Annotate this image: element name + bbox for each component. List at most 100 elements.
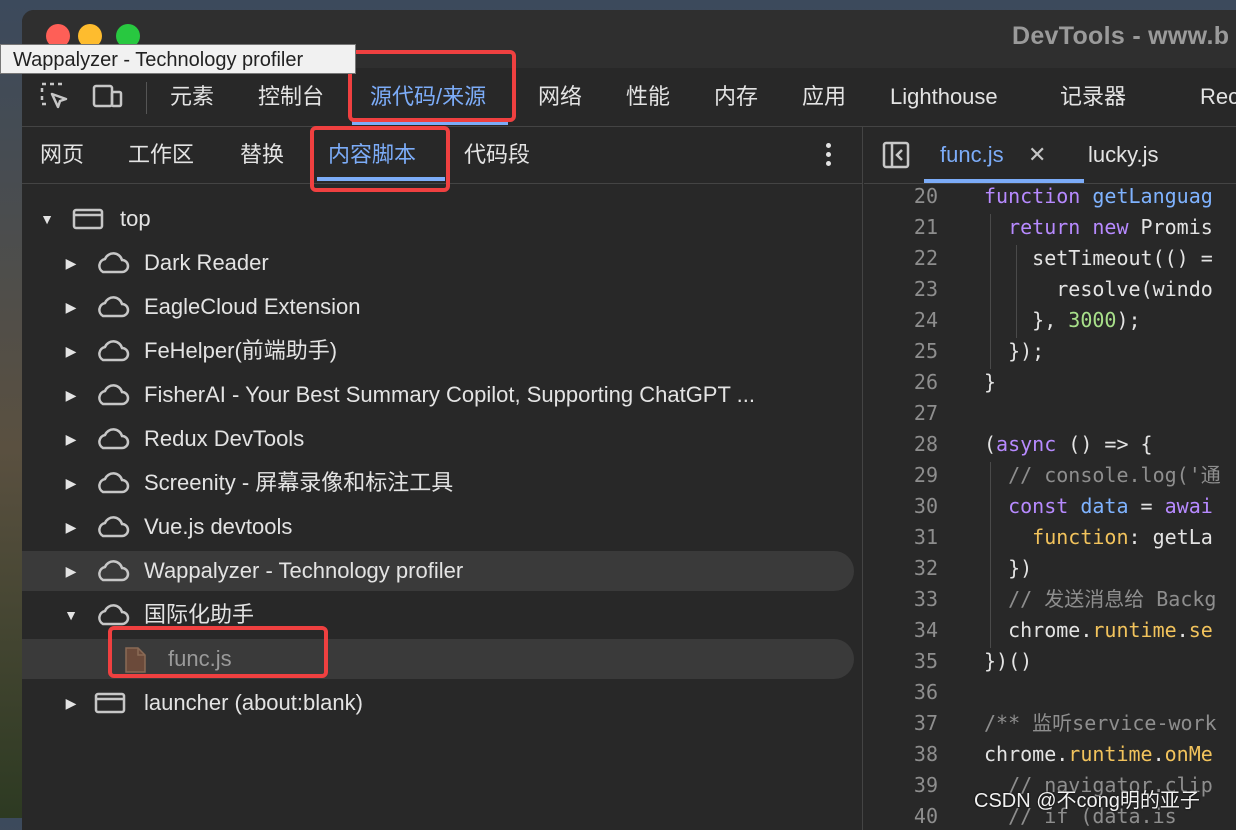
tree-item-extension[interactable]: ▶ Redux DevTools [22, 419, 854, 459]
line-number[interactable]: 21 [864, 212, 938, 243]
code-line[interactable]: 20 function getLanguag [864, 181, 1236, 212]
tab-performance[interactable]: 性能 [626, 68, 670, 126]
editor-tab-lucky-js[interactable]: lucky.js [1088, 127, 1159, 183]
tab-rec-truncated[interactable]: Rec [1200, 68, 1236, 126]
line-number[interactable]: 29 [864, 460, 938, 491]
tree-item-extension[interactable]: ▶ Vue.js devtools [22, 507, 854, 547]
code-line[interactable]: 26} [864, 367, 1236, 398]
code-line[interactable]: 31 function: getLa [864, 522, 1236, 553]
code-line[interactable]: 35})() [864, 646, 1236, 677]
code-text: }, 3000); [984, 305, 1140, 336]
line-number[interactable]: 32 [864, 553, 938, 584]
line-number[interactable]: 34 [864, 615, 938, 646]
code-token: ( [984, 432, 997, 456]
collapsed-arrow-icon[interactable]: ▶ [62, 551, 80, 591]
line-number[interactable]: 22 [864, 243, 938, 274]
tree-item-extension[interactable]: ▶ Dark Reader [22, 243, 854, 283]
code-line[interactable]: 36 [864, 677, 1236, 708]
line-number[interactable]: 31 [864, 522, 938, 553]
frame-icon [94, 692, 126, 714]
code-line[interactable]: 29 // console.log('通 [864, 460, 1236, 491]
editor-tab-func-js[interactable]: func.js [940, 127, 1004, 183]
device-toolbar-icon[interactable] [90, 80, 124, 114]
line-number[interactable]: 25 [864, 336, 938, 367]
code-line[interactable]: 25 }); [864, 336, 1236, 367]
collapsed-arrow-icon[interactable]: ▶ [62, 463, 80, 503]
code-token: return new [1008, 215, 1141, 239]
code-line[interactable]: 37 /** 监听service-work [864, 708, 1236, 739]
tree-item-extension-hovered[interactable]: ▶ Wappalyzer - Technology profiler [22, 551, 854, 591]
line-number[interactable]: 38 [864, 739, 938, 770]
line-number[interactable]: 37 [864, 708, 938, 739]
line-number[interactable]: 40 [864, 801, 938, 830]
code-line[interactable]: 28 (async () => { [864, 429, 1236, 460]
code-text: (async () => { [984, 429, 1153, 460]
code-token: }) [984, 556, 1033, 580]
expanded-arrow-icon[interactable]: ▼ [62, 595, 80, 635]
line-number[interactable]: 35 [864, 646, 938, 677]
tree-item-top[interactable]: ▼ top [22, 199, 854, 239]
expanded-arrow-icon[interactable]: ▼ [38, 199, 56, 239]
tab-recorder[interactable]: 记录器 [1060, 68, 1126, 126]
tree-item-frame[interactable]: ▶ launcher (about:blank) [22, 683, 854, 723]
code-text: }) [984, 553, 1032, 584]
tree-item-extension[interactable]: ▶ FeHelper(前端助手) [22, 331, 854, 371]
tab-page[interactable]: 网页 [40, 127, 84, 183]
line-number[interactable]: 39 [864, 770, 938, 801]
line-number[interactable]: 28 [864, 429, 938, 460]
tab-application[interactable]: 应用 [802, 68, 846, 126]
collapsed-arrow-icon[interactable]: ▶ [62, 243, 80, 283]
tab-lighthouse[interactable]: Lighthouse [890, 68, 998, 126]
collapsed-arrow-icon[interactable]: ▶ [62, 507, 80, 547]
tab-memory[interactable]: 内存 [714, 68, 758, 126]
inspect-element-icon[interactable] [38, 80, 72, 114]
code-line[interactable]: 22 setTimeout(() = [864, 243, 1236, 274]
line-number[interactable]: 33 [864, 584, 938, 615]
tab-network[interactable]: 网络 [538, 68, 582, 126]
tab-snippets[interactable]: 代码段 [464, 127, 530, 183]
code-line[interactable]: 34 chrome.runtime.se [864, 615, 1236, 646]
code-token: // console.log('通 [984, 463, 1221, 487]
tree-item-extension[interactable]: ▶ EagleCloud Extension [22, 287, 854, 327]
line-number[interactable]: 27 [864, 398, 938, 429]
code-line[interactable]: 21 return new Promis [864, 212, 1236, 243]
code-editor[interactable]: 20 function getLanguag 21 return new Promi… [864, 183, 1236, 830]
tab-overrides[interactable]: 替换 [240, 127, 284, 183]
code-line[interactable]: 38 chrome.runtime.onMe [864, 739, 1236, 770]
code-token: async [996, 432, 1057, 456]
collapsed-arrow-icon[interactable]: ▶ [62, 683, 80, 723]
toggle-navigator-icon[interactable] [882, 141, 910, 169]
tab-console[interactable]: 控制台 [258, 68, 324, 126]
cloud-icon [98, 252, 130, 274]
code-text: chrome.runtime.onMe [984, 739, 1213, 770]
close-tab-icon[interactable]: ✕ [1028, 127, 1046, 183]
collapsed-arrow-icon[interactable]: ▶ [62, 287, 80, 327]
collapsed-arrow-icon[interactable]: ▶ [62, 331, 80, 371]
code-line[interactable]: 33 // 发送消息给 Backg [864, 584, 1236, 615]
code-text: }); [984, 336, 1044, 367]
code-token: = [1128, 494, 1165, 518]
collapsed-arrow-icon[interactable]: ▶ [62, 419, 80, 459]
code-line[interactable]: 32 }) [864, 553, 1236, 584]
code-line[interactable]: 30 const data = awai [864, 491, 1236, 522]
code-token: Promis [1140, 215, 1213, 239]
tree-item-extension[interactable]: ▶ Screenity - 屏幕录像和标注工具 [22, 463, 854, 503]
tab-elements[interactable]: 元素 [170, 68, 214, 126]
line-number[interactable]: 36 [864, 677, 938, 708]
tree-item-label: Dark Reader [144, 250, 269, 275]
code-line[interactable]: 24 }, 3000); [864, 305, 1236, 336]
line-number[interactable]: 23 [864, 274, 938, 305]
line-number[interactable]: 24 [864, 305, 938, 336]
window-title: DevTools - www.b [1012, 22, 1230, 50]
tree-item-extension[interactable]: ▶ FisherAI - Your Best Summary Copilot, … [22, 375, 854, 415]
tab-workspace[interactable]: 工作区 [128, 127, 194, 183]
code-line[interactable]: 23 resolve(windo [864, 274, 1236, 305]
line-number[interactable]: 30 [864, 491, 938, 522]
code-token: runtime [1068, 742, 1153, 766]
main-tab-bar: 元素 控制台 源代码/来源 网络 性能 内存 应用 Lighthouse 记录器… [22, 68, 1236, 127]
collapsed-arrow-icon[interactable]: ▶ [62, 375, 80, 415]
line-number[interactable]: 26 [864, 367, 938, 398]
line-number[interactable]: 20 [864, 181, 938, 212]
code-line[interactable]: 27 [864, 398, 1236, 429]
more-options-icon[interactable] [822, 143, 834, 169]
